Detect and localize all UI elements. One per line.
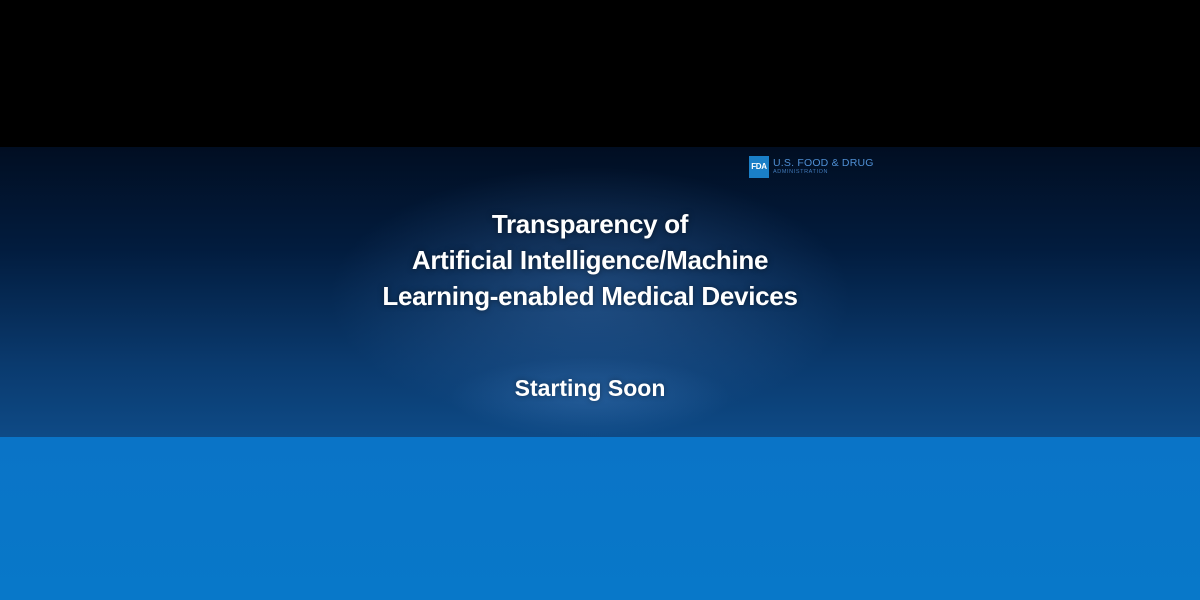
fda-logo: FDA U.S. FOOD & DRUG ADMINISTRATION [749,155,874,178]
slide-title: Transparency of Artificial Intelligence/… [290,206,890,314]
starting-soon-label: Starting Soon [514,375,666,401]
slide-title-line-3: Learning-enabled Medical Devices [382,281,798,311]
slide-title-line-2: Artificial Intelligence/Machine [411,245,769,275]
fda-logo-text: U.S. FOOD & DRUG ADMINISTRATION [773,156,874,176]
slide-title-line-1: Transparency of [491,209,689,239]
top-letterbox-bar [0,0,1200,147]
fda-agency-subtitle: ADMINISTRATION [773,169,829,175]
video-player-frame: FDA U.S. FOOD & DRUG ADMINISTRATION Tran… [0,0,1200,600]
fda-agency-name: U.S. FOOD & DRUG [773,156,874,169]
bottom-blue-bar [0,437,1200,600]
fda-logo-icon: FDA [749,155,769,178]
